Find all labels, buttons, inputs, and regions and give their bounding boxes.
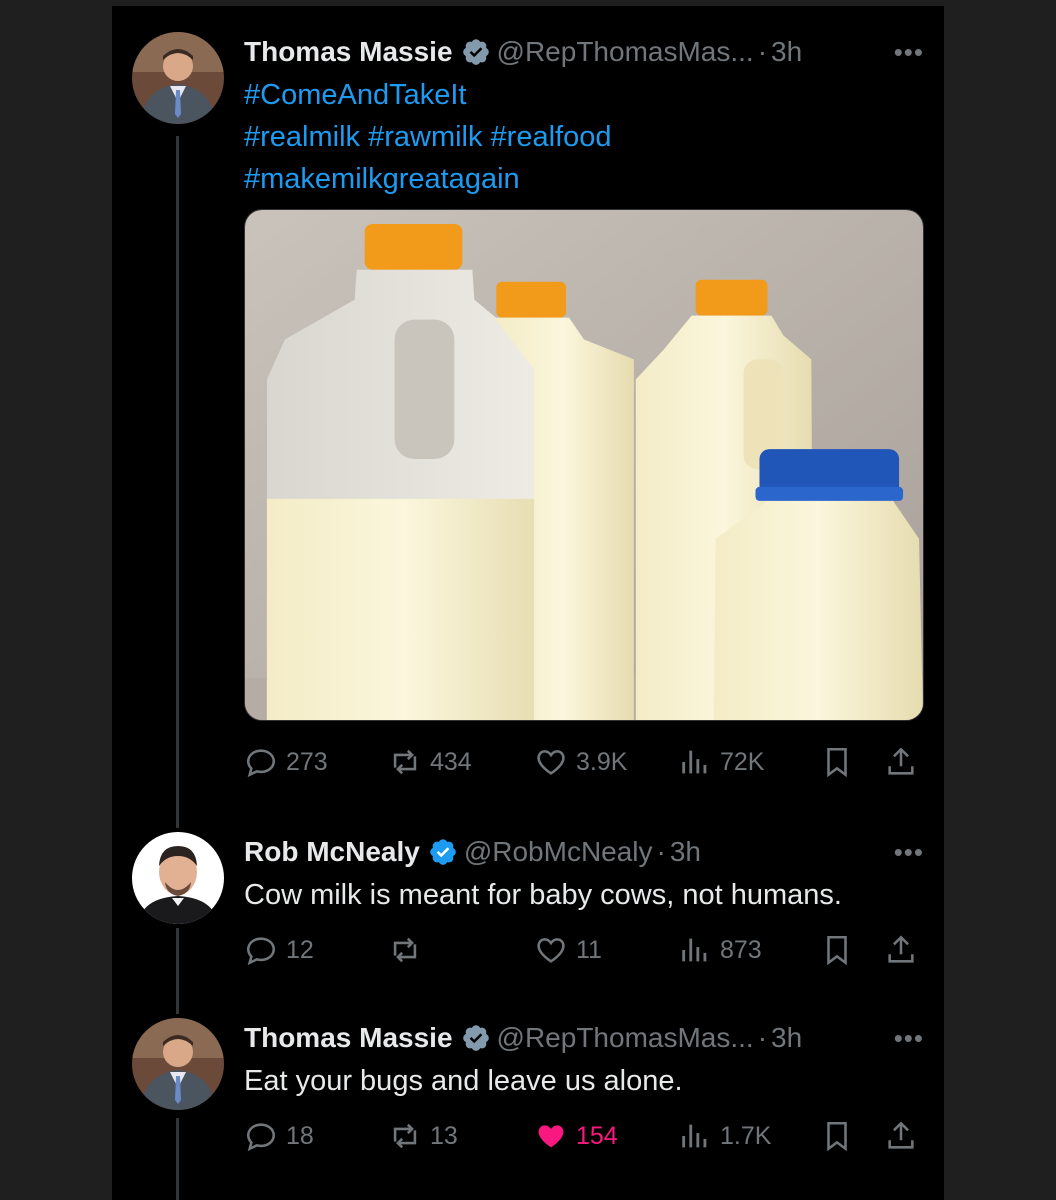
reply-icon xyxy=(246,1123,276,1152)
bookmark-button[interactable] xyxy=(820,745,854,779)
avatar[interactable] xyxy=(132,1018,224,1110)
repost-count: 13 xyxy=(430,1121,458,1150)
timestamp[interactable]: 3h xyxy=(771,36,802,68)
repost-button[interactable]: 434 xyxy=(388,745,472,779)
reply-button[interactable]: 12 xyxy=(244,933,314,967)
share-button[interactable] xyxy=(884,745,918,779)
views-button[interactable]: 1.7K xyxy=(678,1119,771,1153)
timestamp[interactable]: 3h xyxy=(771,1022,802,1054)
reply-count: 273 xyxy=(286,747,328,776)
avatar[interactable] xyxy=(132,32,224,124)
like-count: 11 xyxy=(576,935,602,964)
bookmark-icon xyxy=(827,935,847,966)
repost-button[interactable] xyxy=(388,933,422,967)
repost-button[interactable]: 13 xyxy=(388,1119,458,1153)
hashtag-line[interactable]: #makemilkgreatagain xyxy=(244,158,924,200)
author-handle[interactable]: @RepThomasMas... xyxy=(497,1022,754,1054)
tweet-photo[interactable] xyxy=(244,209,924,721)
hashtag-line[interactable]: #realmilk #rawmilk #realfood xyxy=(244,116,924,158)
verified-icon xyxy=(461,37,491,67)
tweet-header: Thomas Massie @RepThomasMas... · 3h xyxy=(244,1018,924,1058)
tweet-header: Rob McNealy @RobMcNealy · 3h xyxy=(244,832,924,872)
like-button[interactable]: 11 xyxy=(534,933,602,967)
author-name[interactable]: Thomas Massie xyxy=(244,1022,453,1054)
like-count: 154 xyxy=(576,1121,618,1150)
separator-dot: · xyxy=(656,836,666,867)
bookmark-icon xyxy=(827,747,847,778)
tweet-3[interactable]: Thomas Massie @RepThomasMas... · 3h ••• … xyxy=(112,1012,944,1200)
share-icon xyxy=(888,747,914,775)
share-button[interactable] xyxy=(884,1119,918,1153)
timestamp[interactable]: 3h xyxy=(670,836,701,868)
like-icon xyxy=(538,1125,564,1148)
reply-count: 18 xyxy=(286,1121,314,1150)
reply-button[interactable]: 273 xyxy=(244,745,328,779)
tweet-actions: 273 434 3.9K 72K xyxy=(244,740,924,784)
tweet-1[interactable]: Thomas Massie @RepThomasMas... · 3h ••• … xyxy=(112,6,944,826)
reply-button[interactable]: 18 xyxy=(244,1119,314,1153)
author-name[interactable]: Rob McNealy xyxy=(244,836,420,868)
hashtag-line[interactable]: #ComeAndTakeIt xyxy=(244,74,924,116)
author-name[interactable]: Thomas Massie xyxy=(244,36,453,68)
reply-icon xyxy=(246,749,276,778)
views-icon xyxy=(682,938,707,962)
thread-container: Thomas Massie @RepThomasMas... · 3h ••• … xyxy=(112,6,944,1200)
views-count: 873 xyxy=(720,935,762,964)
repost-count: 434 xyxy=(430,747,472,776)
repost-icon xyxy=(393,937,417,963)
like-button[interactable]: 3.9K xyxy=(534,745,627,779)
tweet-actions: 12 11 873 xyxy=(244,928,924,972)
more-options-icon[interactable]: ••• xyxy=(894,32,924,72)
tweet-text: Eat your bugs and leave us alone. xyxy=(244,1065,683,1097)
verified-icon xyxy=(461,1023,491,1053)
views-button[interactable]: 72K xyxy=(678,745,764,779)
repost-icon xyxy=(393,1123,417,1149)
share-icon xyxy=(888,935,914,963)
views-count: 72K xyxy=(720,747,765,776)
views-icon xyxy=(682,750,707,774)
more-options-icon[interactable]: ••• xyxy=(894,1018,924,1058)
author-handle[interactable]: @RepThomasMas... xyxy=(497,36,754,68)
author-handle[interactable]: @RobMcNealy xyxy=(464,836,653,868)
tweet-actions: 18 13 154 1.7K xyxy=(244,1114,924,1158)
tweet-text: Cow milk is meant for baby cows, not hum… xyxy=(244,879,842,911)
reply-icon xyxy=(246,937,276,966)
views-icon xyxy=(682,1124,707,1148)
bookmark-icon xyxy=(827,1121,847,1152)
share-button[interactable] xyxy=(884,933,918,967)
separator-dot: · xyxy=(757,1022,768,1053)
repost-icon xyxy=(393,749,417,775)
like-icon xyxy=(537,750,565,775)
like-icon xyxy=(537,938,565,963)
reply-count: 12 xyxy=(286,935,314,964)
views-count: 1.7K xyxy=(720,1121,772,1150)
verified-icon xyxy=(428,837,458,867)
tweet-2[interactable]: Rob McNealy @RobMcNealy · 3h ••• Cow mil… xyxy=(112,826,944,1006)
avatar[interactable] xyxy=(132,832,224,924)
views-button[interactable]: 873 xyxy=(678,933,762,967)
separator-dot: · xyxy=(757,36,768,67)
share-icon xyxy=(888,1121,914,1149)
like-button[interactable]: 154 xyxy=(534,1119,618,1153)
bookmark-button[interactable] xyxy=(820,1119,854,1153)
like-count: 3.9K xyxy=(576,747,628,776)
more-options-icon[interactable]: ••• xyxy=(894,832,924,872)
bookmark-button[interactable] xyxy=(820,933,854,967)
tweet-header: Thomas Massie @RepThomasMas... · 3h xyxy=(244,32,924,72)
